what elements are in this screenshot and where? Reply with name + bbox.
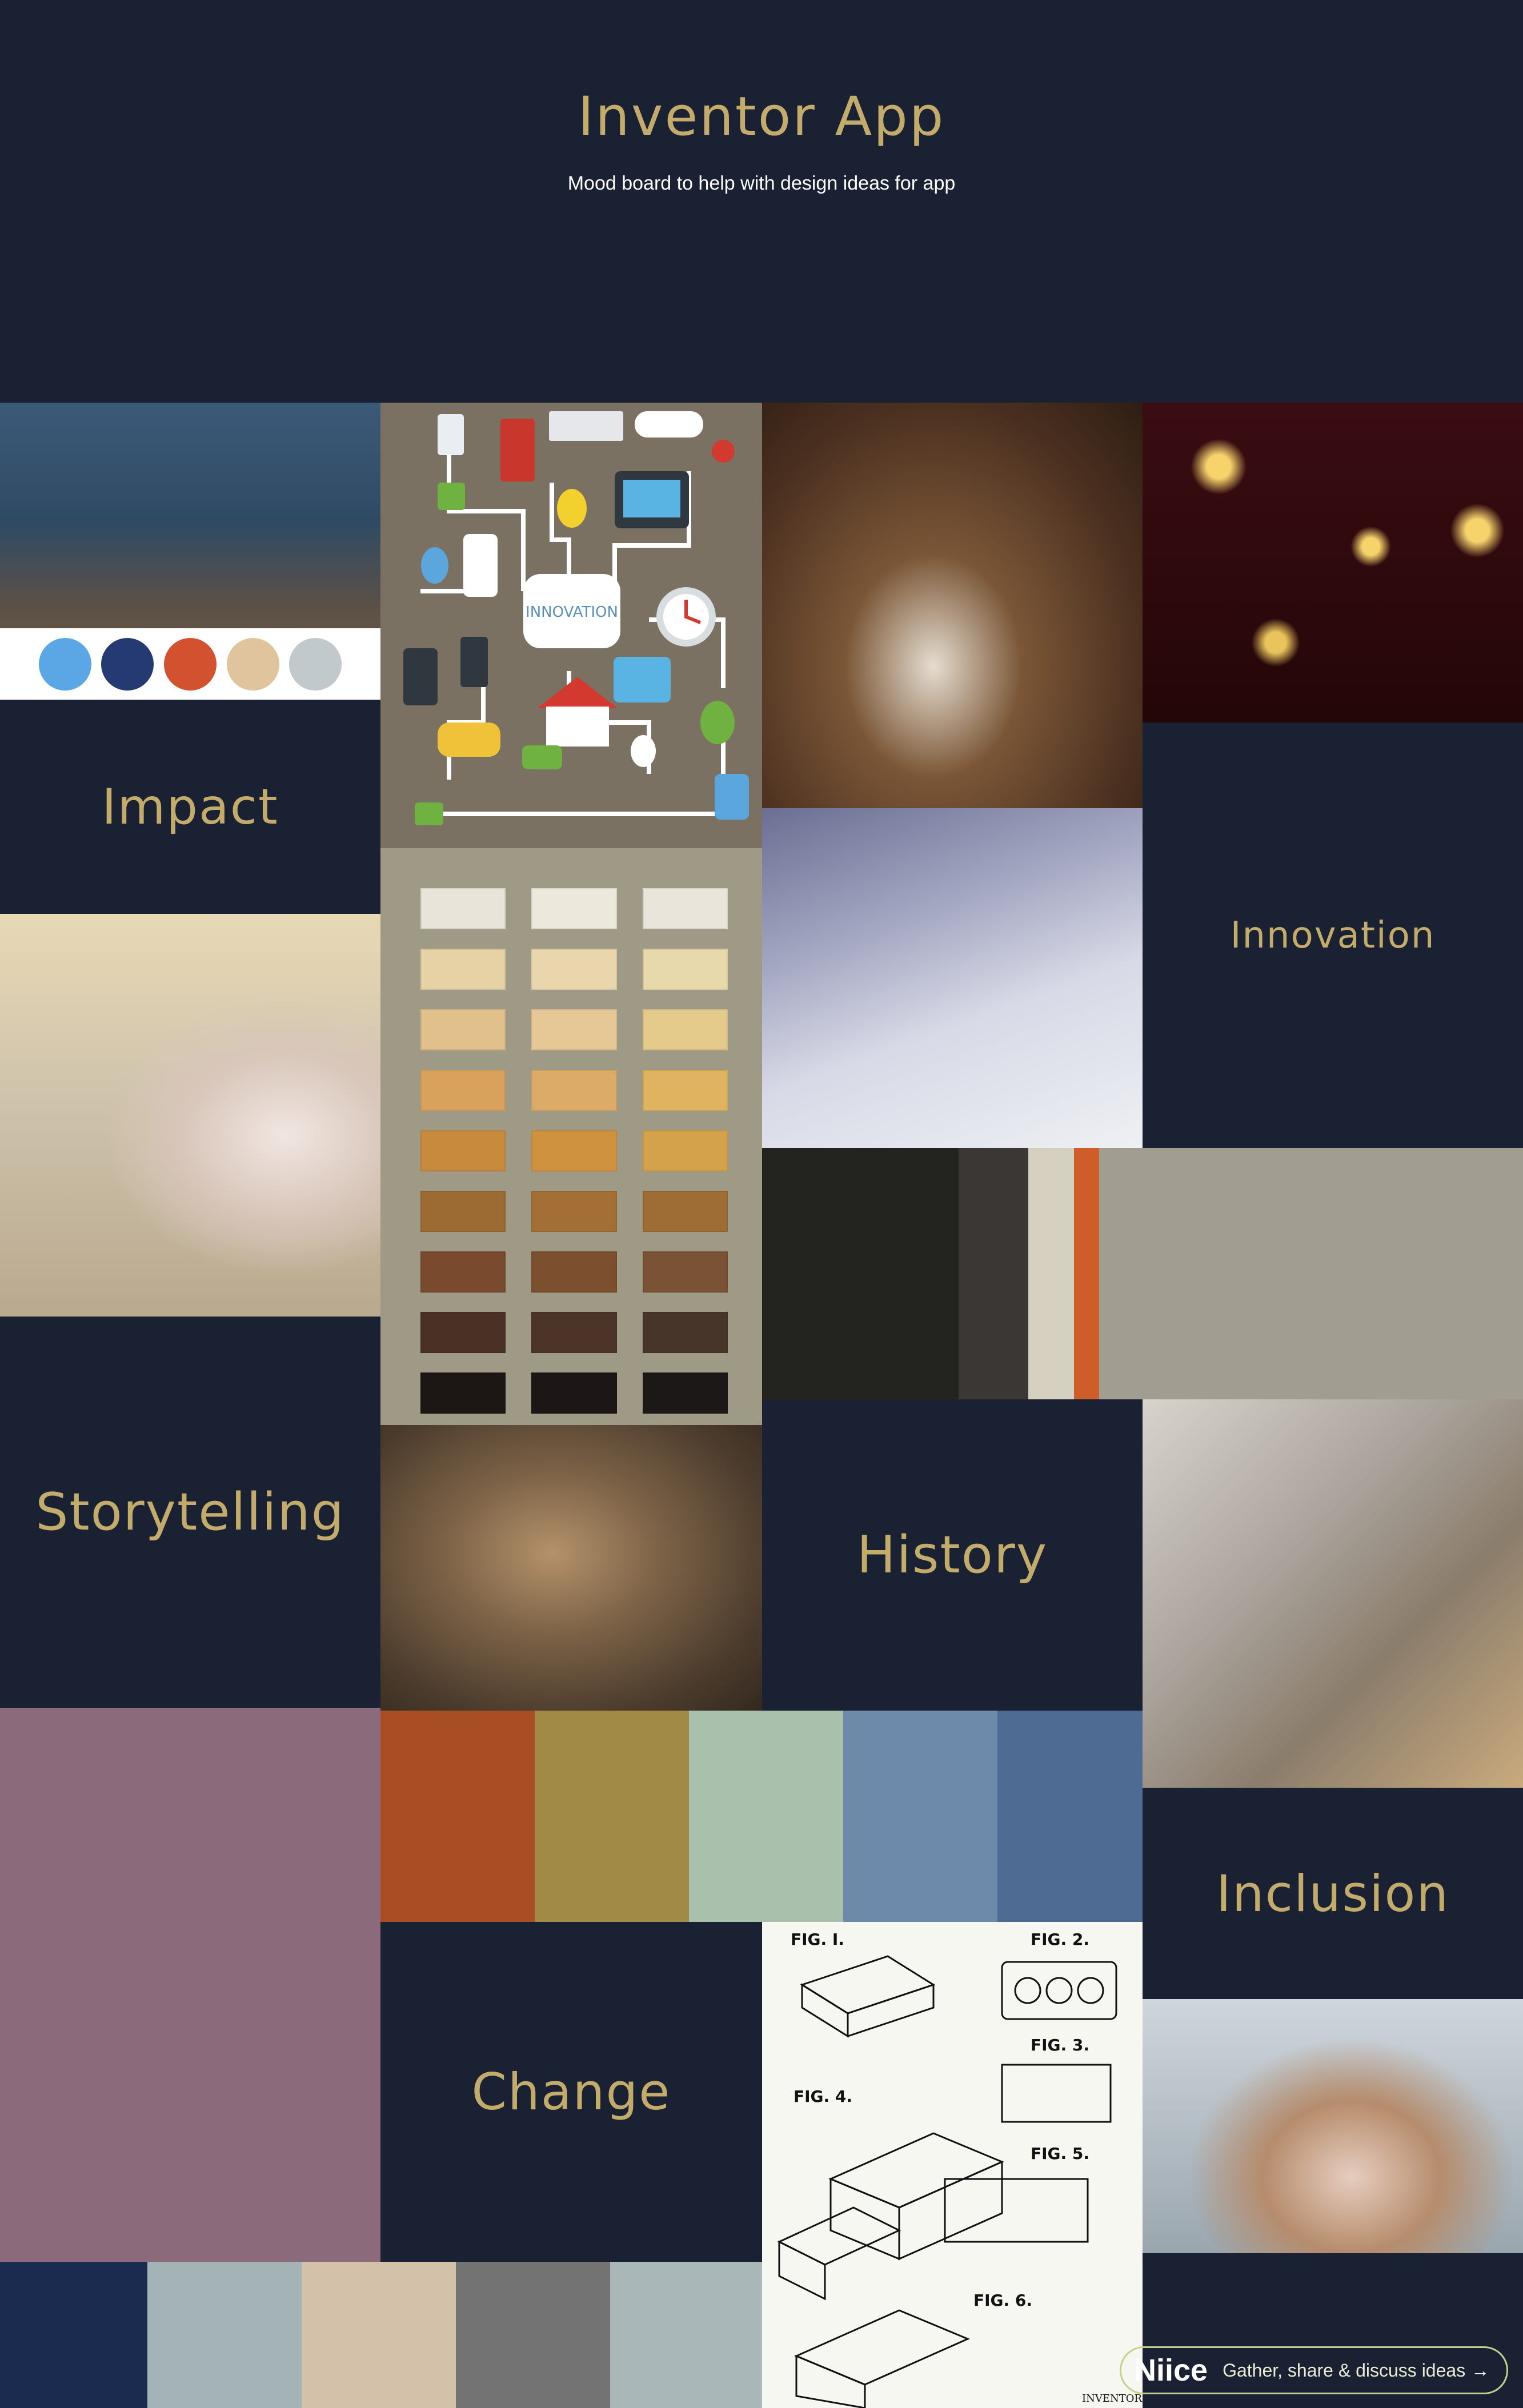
impact-tile[interactable]: Impact: [0, 700, 380, 914]
old-letters-photo[interactable]: [380, 1425, 762, 1711]
color-chip: [420, 1130, 506, 1171]
palette-swatch: [147, 2262, 302, 2408]
page-title: Inventor App: [578, 86, 945, 148]
color-chip: [531, 1070, 617, 1111]
mauve-color-swatch[interactable]: [0, 1708, 380, 2262]
palette-swatch: [997, 1711, 1143, 1922]
color-chip: [642, 1191, 728, 1232]
color-chip: [420, 1191, 506, 1232]
fig3-label: FIG. 3.: [1031, 2036, 1089, 2054]
children-chalk-photo[interactable]: [1143, 1999, 1523, 2253]
storytelling-label: Storytelling: [35, 1482, 345, 1542]
history-label: History: [856, 1525, 1048, 1585]
color-chip: [642, 1009, 728, 1050]
warm-palette-row[interactable]: [380, 1711, 1143, 1922]
palette-dot: [226, 637, 279, 691]
character-palette-strip: [0, 628, 380, 700]
color-chip: [531, 949, 617, 990]
color-chip: [420, 1312, 506, 1353]
bottom-palette-row[interactable]: [0, 2262, 762, 2408]
inclusion-label: Inclusion: [1216, 1864, 1450, 1923]
color-chip: [642, 1372, 728, 1414]
color-chip: [420, 888, 506, 929]
color-chip: [531, 1372, 617, 1414]
arrow-right-icon: →: [1471, 2359, 1490, 2381]
palette-swatch: [762, 1148, 959, 1399]
color-chip: [642, 1251, 728, 1293]
storytelling-tile[interactable]: Storytelling: [0, 1317, 380, 1708]
laptop-usb-photo[interactable]: [1143, 1399, 1523, 1788]
palette-swatch: [843, 1711, 997, 1922]
team-photo-tile[interactable]: [0, 403, 380, 700]
innovation-tile[interactable]: Innovation: [1143, 723, 1523, 1148]
color-chip: [642, 949, 728, 990]
infographic-svg: INNOVATION: [403, 411, 749, 825]
color-chip: [531, 888, 617, 929]
change-tile[interactable]: Change: [380, 1922, 762, 2262]
palette-swatch: [1074, 1148, 1099, 1399]
color-chip: [642, 1130, 728, 1171]
color-chip: [531, 1251, 617, 1293]
color-chart-grid: [420, 888, 728, 1414]
palette-swatch: [1028, 1148, 1074, 1399]
color-chip: [642, 888, 728, 929]
fig1-label: FIG. I.: [791, 1930, 844, 1949]
palette-dot: [289, 637, 342, 691]
stripe-palette[interactable]: [762, 1148, 1523, 1399]
inclusion-tile[interactable]: Inclusion: [1143, 1788, 1523, 1999]
patent-svg: FIG. I. FIG. 2. FIG. 3. FIG. 4. FIG. 5. …: [777, 1930, 1143, 2408]
page-subtitle: Mood board to help with design ideas for…: [567, 172, 956, 194]
palette-swatch: [1099, 1148, 1523, 1399]
innovation-infographic[interactable]: INNOVATION: [380, 403, 762, 848]
niice-logo: Niice: [1134, 2353, 1208, 2387]
color-chip: [642, 1312, 728, 1353]
color-chip: [531, 1312, 617, 1353]
fig2-label: FIG. 2.: [1031, 1930, 1089, 1949]
fig4-label: FIG. 4.: [793, 2087, 852, 2106]
palette-dot: [163, 637, 217, 691]
innovation-label: Innovation: [1230, 914, 1436, 957]
color-chip: [420, 949, 506, 990]
niice-promo-badge[interactable]: Niice Gather, share & discuss ideas →: [1120, 2346, 1508, 2394]
inventor-label: INVENTOR: [1082, 2393, 1143, 2405]
brick-patent-drawing[interactable]: FIG. I. FIG. 2. FIG. 3. FIG. 4. FIG. 5. …: [762, 1922, 1143, 2408]
color-chip: [420, 1372, 506, 1414]
palette-dot: [101, 637, 154, 691]
palette-swatch: [610, 2262, 762, 2408]
palette-swatch: [302, 2262, 456, 2408]
fig6-label: FIG. 6.: [973, 2291, 1032, 2310]
palette-swatch: [0, 2262, 147, 2408]
color-chip: [420, 1251, 506, 1293]
palette-swatch: [535, 1711, 689, 1922]
palette-dot: [38, 637, 91, 691]
history-tile[interactable]: History: [762, 1399, 1143, 1711]
palette-swatch: [380, 1711, 535, 1922]
color-chip: [531, 1009, 617, 1050]
light-bulbs-photo[interactable]: [1143, 403, 1523, 723]
niice-tagline: Gather, share & discuss ideas: [1223, 2359, 1466, 2381]
hand-drawing-photo[interactable]: [762, 808, 1143, 1148]
color-chip: [531, 1191, 617, 1232]
classroom-photo[interactable]: [762, 403, 1143, 808]
anatomy-model-photo[interactable]: [0, 914, 380, 1317]
fig5-label: FIG. 5.: [1031, 2144, 1089, 2163]
impact-label: Impact: [102, 778, 279, 836]
innovation-graphic-label: INNOVATION: [526, 604, 618, 621]
change-label: Change: [471, 2062, 671, 2121]
color-chip: [531, 1130, 617, 1171]
palette-swatch: [959, 1148, 1028, 1399]
palette-swatch: [689, 1711, 843, 1922]
palette-swatch: [456, 2262, 610, 2408]
color-chip: [420, 1009, 506, 1050]
color-chart-plate[interactable]: [380, 848, 762, 1425]
color-chip: [642, 1070, 728, 1111]
color-chip: [420, 1070, 506, 1111]
